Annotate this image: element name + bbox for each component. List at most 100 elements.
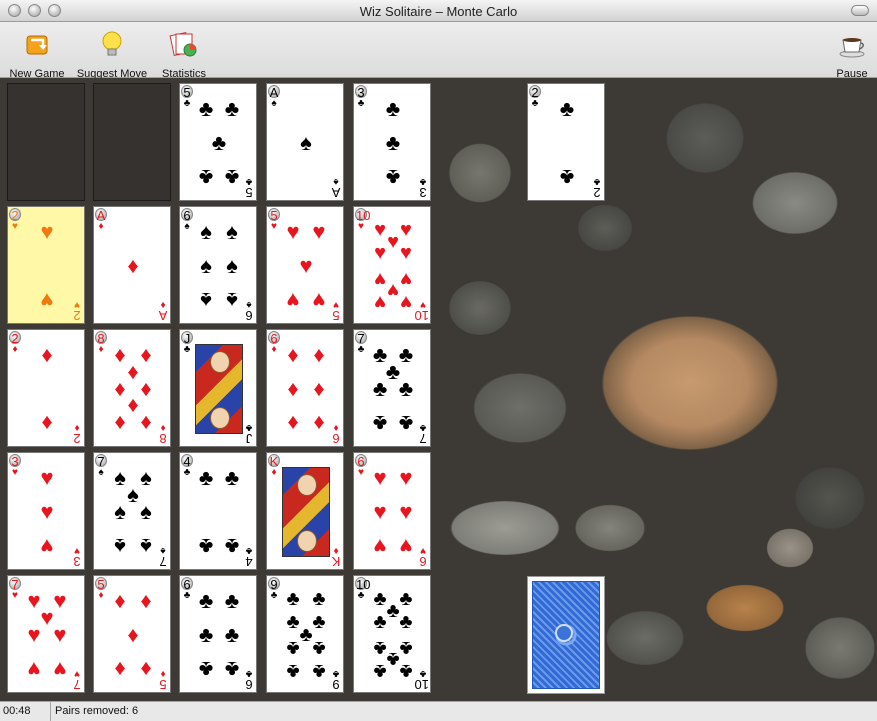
- court-card-portrait: [282, 467, 330, 557]
- card-rank: J: [245, 431, 253, 446]
- card-pip-club-icon: ♣: [224, 96, 240, 122]
- card-index-br: 8 ♦: [157, 422, 169, 446]
- card-4-of-clubs[interactable]: 4 ♣ 4 ♣ ♣ ♣ ♣ ♣: [179, 452, 257, 570]
- card-10-of-clubs[interactable]: 10 ♣ 10 ♣ ♣ ♣ ♣ ♣ ♣ ♣ ♣ ♣ ♣ ♣: [353, 575, 431, 693]
- card-index-tl: 8 ♦: [95, 331, 107, 355]
- card-pip-club-icon: ♣: [198, 533, 214, 559]
- card-pip-heart-icon: ♥: [399, 465, 413, 491]
- card-pip-diamond-icon: ♦: [140, 656, 152, 682]
- card-8-of-diamonds[interactable]: 8 ♦ 8 ♦ ♦ ♦ ♦ ♦ ♦ ♦ ♦ ♦: [93, 329, 171, 447]
- card-index-br: 6 ♥: [417, 545, 429, 569]
- status-separator: [50, 702, 51, 721]
- card-pip-heart-icon: ♥: [373, 465, 387, 491]
- card-pip-spade-icon: ♠: [200, 253, 212, 278]
- card-index-br: 10 ♥: [415, 299, 429, 323]
- card-jack-of-clubs[interactable]: J ♣ J ♣: [179, 329, 257, 447]
- status-bar: 00:48 Pairs removed: 6: [0, 701, 877, 721]
- card-6-of-diamonds[interactable]: 6 ♦ 6 ♦ ♦ ♦ ♦ ♦ ♦ ♦: [266, 329, 344, 447]
- pause-button[interactable]: Pause: [832, 26, 872, 80]
- coffee-cup-icon: [839, 38, 865, 58]
- card-10-of-hearts[interactable]: 10 ♥ 10 ♥ ♥ ♥ ♥ ♥ ♥ ♥ ♥ ♥ ♥ ♥: [353, 206, 431, 324]
- card-suit-club-icon: ♣: [357, 344, 365, 355]
- card-rank: 9: [332, 677, 340, 692]
- card-5-of-diamonds[interactable]: 5 ♦ 5 ♦ ♦ ♦ ♦ ♦ ♦: [93, 575, 171, 693]
- card-index-tl: J ♣: [181, 331, 193, 355]
- card-pip-diamond-icon: ♦: [114, 410, 126, 436]
- card-rank: 7: [159, 554, 167, 569]
- card-pip-club-icon: ♣: [559, 164, 575, 190]
- card-suit-club-icon: ♣: [245, 545, 253, 556]
- card-rank: 4: [245, 554, 253, 569]
- card-rank: 6: [419, 554, 427, 569]
- card-7-of-hearts[interactable]: 7 ♥ 7 ♥ ♥ ♥ ♥ ♥ ♥ ♥ ♥: [7, 575, 85, 693]
- card-suit-club-icon: ♣: [332, 668, 340, 679]
- court-card-portrait: [195, 344, 243, 434]
- card-suit-diamond-icon: ♦: [12, 344, 18, 355]
- card-pip-club-icon: ♣: [224, 588, 240, 614]
- card-pip-spade-icon: ♠: [226, 219, 238, 245]
- empty-slot[interactable]: [93, 83, 171, 201]
- card-suit-diamond-icon: ♦: [98, 221, 104, 232]
- card-pip-heart-icon: ♥: [374, 291, 386, 314]
- toolbar-toggle-button[interactable]: [851, 5, 869, 16]
- card-6-of-hearts[interactable]: 6 ♥ 6 ♥ ♥ ♥ ♥ ♥ ♥ ♥: [353, 452, 431, 570]
- card-6-of-clubs[interactable]: 6 ♣ 6 ♣ ♣ ♣ ♣ ♣ ♣ ♣: [179, 575, 257, 693]
- new-game-icon: [26, 35, 48, 55]
- card-index-tl: A ♦: [95, 208, 107, 232]
- card-pip-diamond-icon: ♦: [287, 342, 299, 368]
- card-index-br: K ♦: [330, 545, 342, 569]
- card-suit-heart-icon: ♥: [12, 590, 18, 601]
- card-rank: A: [331, 185, 341, 200]
- empty-slot[interactable]: [7, 83, 85, 201]
- card-rank: 10: [414, 677, 429, 692]
- card-7-of-spades[interactable]: 7 ♠ 7 ♠ ♠ ♠ ♠ ♠ ♠ ♠ ♠: [93, 452, 171, 570]
- card-rank: A: [158, 308, 168, 323]
- card-pip-diamond-icon: ♦: [41, 410, 53, 436]
- card-5-of-hearts[interactable]: 5 ♥ 5 ♥ ♥ ♥ ♥ ♥ ♥: [266, 206, 344, 324]
- card-7-of-clubs[interactable]: 7 ♣ 7 ♣ ♣ ♣ ♣ ♣ ♣ ♣ ♣: [353, 329, 431, 447]
- stock-pile[interactable]: [527, 576, 605, 694]
- card-pip-heart-icon: ♥: [374, 242, 386, 265]
- statistics-button[interactable]: Statistics: [158, 26, 210, 80]
- card-5-of-clubs[interactable]: 5 ♣ 5 ♣ ♣ ♣ ♣ ♣ ♣: [179, 83, 257, 201]
- foundation-card-2-of-clubs[interactable]: 2 ♣ 2 ♣ ♣ ♣: [527, 83, 605, 201]
- card-3-of-clubs[interactable]: 3 ♣ 3 ♣ ♣ ♣ ♣: [353, 83, 431, 201]
- pairs-removed: Pairs removed: 6: [55, 705, 139, 717]
- card-pip-club-icon: ♣: [286, 660, 300, 683]
- card-2-of-hearts[interactable]: 2 ♥ 2 ♥ ♥ ♥: [7, 206, 85, 324]
- card-3-of-hearts[interactable]: 3 ♥ 3 ♥ ♥ ♥ ♥: [7, 452, 85, 570]
- card-pip-spade-icon: ♠: [226, 287, 238, 313]
- new-game-button[interactable]: New Game: [6, 26, 68, 80]
- card-suit-heart-icon: ♥: [358, 467, 364, 478]
- card-rank: 5: [245, 185, 253, 200]
- suggest-move-button[interactable]: Suggest Move: [74, 26, 150, 80]
- card-pip-spade-icon: ♠: [140, 499, 152, 524]
- card-pip-heart-icon: ♥: [27, 656, 41, 682]
- card-6-of-spades[interactable]: 6 ♠ 6 ♠ ♠ ♠ ♠ ♠ ♠ ♠: [179, 206, 257, 324]
- card-index-br: 5 ♦: [157, 668, 169, 692]
- card-pip-club-icon: ♣: [312, 660, 326, 683]
- card-pip-club-icon: ♣: [224, 164, 240, 190]
- card-rank: 6: [245, 677, 253, 692]
- card-pip-heart-icon: ♥: [312, 287, 326, 313]
- card-pip-club-icon: ♣: [198, 588, 214, 614]
- card-pip-heart-icon: ♥: [53, 622, 67, 647]
- card-index-tl: 7 ♠: [95, 454, 107, 478]
- lightbulb-icon: [102, 31, 122, 56]
- card-index-br: 7 ♥: [71, 668, 83, 692]
- card-ace-of-diamonds[interactable]: A ♦ A ♦ ♦: [93, 206, 171, 324]
- card-pip-heart-icon: ♥: [399, 499, 413, 524]
- card-pip-heart-icon: ♥: [400, 242, 412, 265]
- card-index-tl: 10 ♥: [355, 208, 370, 232]
- card-pip-heart-icon: ♥: [27, 622, 41, 647]
- card-index-tl: 6 ♠: [181, 208, 193, 232]
- card-suit-club-icon: ♣: [270, 590, 278, 601]
- card-king-of-diamonds[interactable]: K ♦ K ♦: [266, 452, 344, 570]
- card-suit-diamond-icon: ♦: [98, 344, 104, 355]
- card-pip-club-icon: ♣: [372, 410, 388, 436]
- card-ace-of-spades[interactable]: A ♠ A ♠ ♠: [266, 83, 344, 201]
- card-9-of-clubs[interactable]: 9 ♣ 9 ♣ ♣ ♣ ♣ ♣ ♣ ♣ ♣ ♣ ♣: [266, 575, 344, 693]
- card-pip-club-icon: ♣: [286, 636, 300, 659]
- card-rank: 3: [73, 554, 81, 569]
- card-2-of-diamonds[interactable]: 2 ♦ 2 ♦ ♦ ♦: [7, 329, 85, 447]
